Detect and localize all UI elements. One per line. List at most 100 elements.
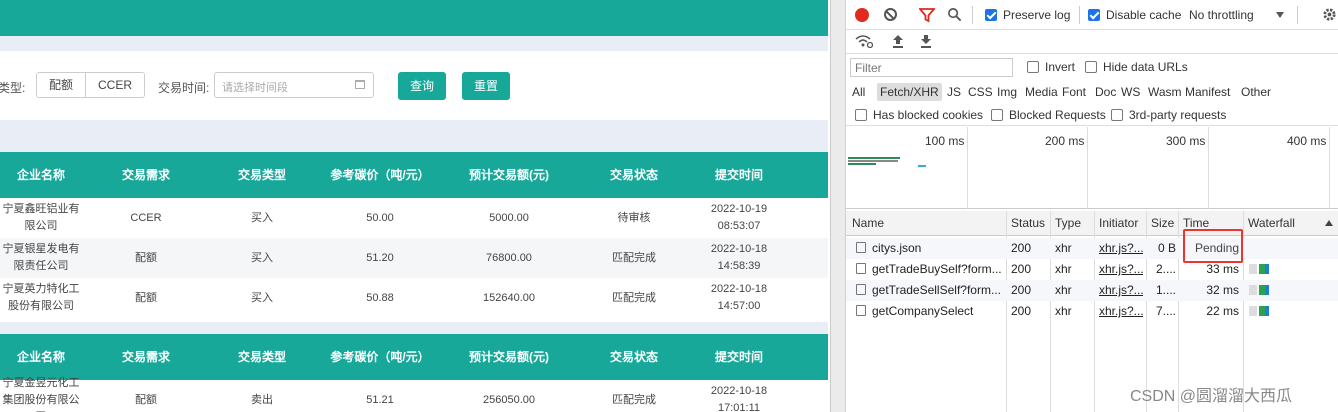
col-trade-type: 买入 xyxy=(251,291,273,304)
has-blocked-cookies-checkbox[interactable] xyxy=(855,109,867,121)
sell-trade-table: 企业名称 交易需求 交易类型 参考碳价（吨/元） 预计交易额(元) 交易状态 提交时间 宁夏金… xyxy=(0,334,828,412)
col-submit-time-header: 提交时间 xyxy=(714,349,763,364)
overview-gridline xyxy=(1087,127,1088,209)
col-trade-type: 买入 xyxy=(251,211,273,224)
clear-icon[interactable] xyxy=(884,8,897,21)
type-filter-media[interactable]: Media xyxy=(1022,83,1061,101)
col-carbon-price: 50.88 xyxy=(366,291,394,304)
table-row[interactable]: 宁夏鑫旺铝业有限公司 CCER 买入 50.00 5000.00 待审核 2022-10-1… xyxy=(0,198,828,238)
col-status: 匹配完成 xyxy=(612,393,656,406)
request-row[interactable]: getTradeBuySelf?form... 200 xhr xhr.js?... 2… xyxy=(846,259,1338,280)
request-type: xhr xyxy=(1055,283,1072,297)
sort-up-icon[interactable] xyxy=(1325,220,1333,226)
col-est-amount: 256050.00 xyxy=(483,393,535,406)
waterfall-queue-bar xyxy=(1249,285,1257,295)
has-blocked-cookies-label: Has blocked cookies xyxy=(873,108,984,122)
request-time: 22 ms xyxy=(1206,304,1239,318)
reset-button[interactable]: 重置 xyxy=(462,72,510,100)
request-name: getCompanySelect xyxy=(872,304,974,318)
column-header-initiator[interactable]: Initiator xyxy=(1099,216,1138,230)
request-time: 33 ms xyxy=(1206,262,1239,276)
col-trade-type: 卖出 xyxy=(251,393,273,406)
query-button[interactable]: 查询 xyxy=(398,72,446,100)
type-filter-other[interactable]: Other xyxy=(1238,83,1274,101)
type-filter-ws[interactable]: WS xyxy=(1118,83,1143,101)
type-filter-doc[interactable]: Doc xyxy=(1092,83,1119,101)
overview-gridline xyxy=(1329,127,1330,209)
request-status: 200 xyxy=(1011,262,1032,276)
devtools-resize-strip[interactable] xyxy=(831,0,846,412)
gear-icon[interactable] xyxy=(1322,7,1337,22)
chevron-down-icon[interactable] xyxy=(1276,12,1284,18)
request-initiator[interactable]: xhr.js?... xyxy=(1099,262,1143,276)
waterfall-queue-bar xyxy=(1249,264,1257,274)
date-range-picker[interactable]: 请选择时间段 xyxy=(214,72,374,98)
preserve-log-checkbox[interactable] xyxy=(985,9,997,21)
type-filter-all[interactable]: All xyxy=(849,83,868,101)
request-initiator[interactable]: xhr.js?... xyxy=(1099,304,1143,318)
throttling-select[interactable]: No throttling xyxy=(1189,8,1254,22)
table-row[interactable]: 宁夏金昱元化工集团股份有限公司 配额 卖出 51.21 256050.00 匹配完成 202… xyxy=(0,376,828,412)
column-header-name[interactable]: Name xyxy=(852,216,884,230)
resource-type-filter-bar: All Fetch/XHR JS CSS Img Media Font Doc WS Wasm Ma… xyxy=(846,81,1338,103)
col-carbon-price-header: 参考碳价（吨/元） xyxy=(330,349,430,364)
blocked-requests-checkbox[interactable] xyxy=(991,109,1003,121)
type-filter-wasm[interactable]: Wasm xyxy=(1145,83,1185,101)
type-filter-js[interactable]: JS xyxy=(944,83,964,101)
download-icon[interactable] xyxy=(920,34,932,48)
col-demand: 配额 xyxy=(135,251,157,264)
devtools-network-panel: Preserve log Disable cache No throttling… xyxy=(830,0,1338,412)
hide-data-urls-checkbox[interactable] xyxy=(1085,61,1097,73)
table-row[interactable]: 宁夏英力特化工股份有限公司 配额 买入 50.88 152640.00 匹配完成 2022-… xyxy=(0,278,828,318)
header-bar xyxy=(0,0,828,36)
third-party-checkbox[interactable] xyxy=(1111,109,1123,121)
request-status: 200 xyxy=(1011,283,1032,297)
table-row[interactable]: 宁夏银星发电有限责任公司 配额 买入 51.20 76800.00 匹配完成 2022-10… xyxy=(0,238,828,278)
disable-cache-checkbox[interactable] xyxy=(1088,9,1100,21)
search-icon[interactable] xyxy=(947,7,962,22)
col-company: 宁夏鑫旺铝业有限公司 xyxy=(2,203,80,232)
buy-trade-table: 企业名称 交易需求 交易类型 参考碳价（吨/元） 预计交易额(元) 交易状态 提交时间 宁夏鑫… xyxy=(0,152,828,322)
col-status-header: 交易状态 xyxy=(609,349,658,364)
invert-checkbox[interactable] xyxy=(1027,61,1039,73)
request-row[interactable]: getCompanySelect 200 xhr xhr.js?... 7.... 22 … xyxy=(846,301,1338,322)
filter-input[interactable]: Filter xyxy=(850,58,1013,77)
column-header-waterfall[interactable]: Waterfall xyxy=(1248,216,1295,230)
column-header-time[interactable]: Time xyxy=(1183,216,1209,230)
record-icon[interactable] xyxy=(855,8,869,22)
request-size: 1.... xyxy=(1155,283,1176,297)
request-row[interactable]: citys.json 200 xhr xhr.js?... 0 B Pending xyxy=(846,238,1338,259)
column-header-status[interactable]: Status xyxy=(1011,216,1045,230)
third-party-label: 3rd-party requests xyxy=(1129,108,1227,122)
waterfall-bar xyxy=(1259,306,1269,316)
type-filter-fetch-xhr[interactable]: Fetch/XHR xyxy=(877,83,942,101)
col-trade-type-header: 交易类型 xyxy=(237,167,286,182)
request-initiator[interactable]: xhr.js?... xyxy=(1099,241,1143,255)
column-header-size[interactable]: Size xyxy=(1151,216,1174,230)
table-header: 企业名称 交易需求 交易类型 参考碳价（吨/元） 预计交易额(元) 交易状态 提交时间 xyxy=(0,152,828,198)
col-trade-type: 买入 xyxy=(251,251,273,264)
network-conditions-icon[interactable] xyxy=(855,34,873,48)
col-demand-header: 交易需求 xyxy=(121,167,170,182)
col-submit-time-header: 提交时间 xyxy=(714,167,763,182)
request-type-icon xyxy=(856,242,866,253)
type-filter-css[interactable]: CSS xyxy=(965,83,996,101)
type-filter-img[interactable]: Img xyxy=(994,83,1020,101)
radio-ccer[interactable]: CCER xyxy=(85,73,145,97)
type-filter-manifest[interactable]: Manifest xyxy=(1182,83,1233,101)
upload-icon[interactable] xyxy=(892,34,904,48)
col-carbon-price-header: 参考碳价（吨/元） xyxy=(330,167,430,182)
column-header-type[interactable]: Type xyxy=(1055,216,1081,230)
col-status: 待审核 xyxy=(617,211,651,224)
filter-funnel-icon[interactable] xyxy=(919,7,935,23)
col-company: 宁夏金昱元化工集团股份有限公司 xyxy=(2,376,80,412)
type-filter-font[interactable]: Font xyxy=(1059,83,1089,101)
request-row[interactable]: getTradeSellSelf?form... 200 xhr xhr.js?...… xyxy=(846,280,1338,301)
col-demand: CCER xyxy=(130,211,162,224)
filter-placeholder: Filter xyxy=(855,61,882,75)
overview-tick-label: 300 ms xyxy=(1166,134,1206,148)
radio-quota[interactable]: 配额 xyxy=(37,73,86,97)
request-initiator[interactable]: xhr.js?... xyxy=(1099,283,1143,297)
timeline-overview[interactable]: 100 ms 200 ms 300 ms 400 ms xyxy=(846,127,1338,209)
web-page: 类型: 配额 CCER 交易时间: 请选择时间段 查询 重置 企业名称 交易需求交… xyxy=(0,0,828,412)
